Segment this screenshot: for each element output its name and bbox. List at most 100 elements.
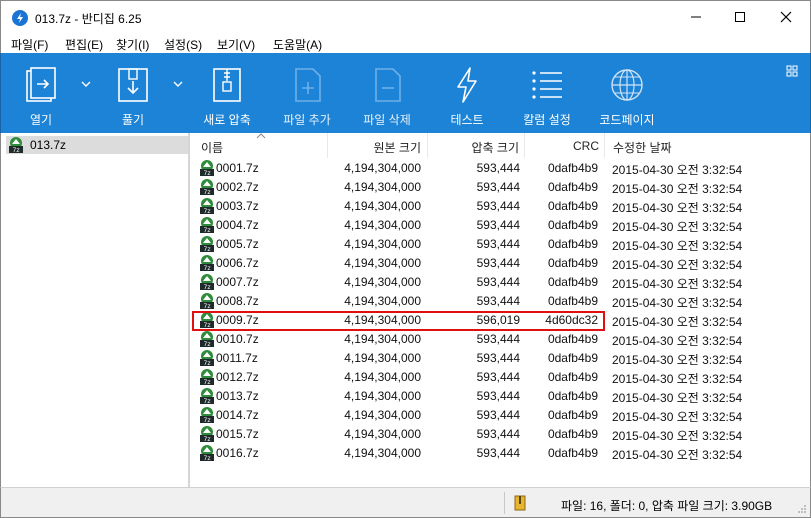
delete-file-icon	[375, 68, 401, 102]
7z-archive-icon: 7z	[200, 217, 214, 233]
table-row[interactable]: 7z 0004.7z 4,194,304,000 593,444 0dafb4b9 201…	[192, 216, 811, 235]
svg-text:7z: 7z	[204, 360, 211, 366]
extract-dropdown-chevron-icon[interactable]	[173, 80, 183, 88]
original-size: 4,194,304,000	[344, 256, 421, 270]
table-row[interactable]: 7z 0014.7z 4,194,304,000 593,444 0dafb4b9 201…	[192, 406, 811, 425]
new-archive-button[interactable]: 새로 압축	[187, 53, 267, 133]
extract-icon	[118, 68, 148, 102]
file-list-pane[interactable]: 이름 원본 크기 압축 크기 CRC 수정한 날짜 7z 0001.7z 4,194…	[192, 133, 811, 487]
7z-archive-icon: 7z	[200, 160, 214, 176]
file-name: 0016.7z	[216, 446, 259, 460]
table-row[interactable]: 7z 0012.7z 4,194,304,000 593,444 0dafb4b9 201…	[192, 368, 811, 387]
modified-date: 2015-04-30 오전 3:32:54	[612, 163, 743, 177]
minimize-icon	[691, 16, 701, 18]
folder-tree-pane[interactable]: 7z 013.7z	[0, 133, 190, 487]
delete-file-button[interactable]: 파일 삭제	[347, 53, 427, 133]
crc-value: 0dafb4b9	[547, 446, 598, 460]
extract-button[interactable]: 풀기	[93, 53, 173, 133]
window-title: 013.7z - 반디집 6.25	[35, 12, 142, 26]
toolbar: 열기 풀기 새로 압축 파일 추가 파일 삭제 테스트 칼럼 설정 코드페이지	[0, 53, 811, 133]
minimize-button[interactable]	[673, 1, 719, 33]
svg-text:7z: 7z	[204, 208, 211, 214]
column-header-name[interactable]: 이름	[192, 133, 328, 158]
column-header-original-size[interactable]: 원본 크기	[328, 133, 428, 158]
modified-date: 2015-04-30 오전 3:32:54	[612, 315, 743, 329]
open-icon	[26, 67, 56, 102]
open-dropdown-chevron-icon[interactable]	[81, 80, 91, 88]
close-button[interactable]	[763, 1, 809, 33]
svg-text:7z: 7z	[204, 341, 211, 347]
compressed-size: 593,444	[476, 237, 520, 251]
title-bar[interactable]: 013.7z - 반디집 6.25	[0, 0, 811, 33]
table-row[interactable]: 7z 0005.7z 4,194,304,000 593,444 0dafb4b9 201…	[192, 235, 811, 254]
7z-archive-icon: 7z	[200, 388, 214, 404]
7z-archive-icon: 7z	[200, 274, 214, 290]
7z-archive-icon: 7z	[200, 407, 214, 423]
file-name: 0012.7z	[216, 370, 259, 384]
table-row[interactable]: 7z 0016.7z 4,194,304,000 593,444 0dafb4b9 201…	[192, 444, 811, 463]
column-header-compressed-size[interactable]: 압축 크기	[428, 133, 525, 158]
compressed-size: 593,444	[476, 180, 520, 194]
archive-info-icon[interactable]	[513, 495, 527, 511]
column-header-crc[interactable]: CRC	[525, 133, 605, 158]
layout-grid-icon[interactable]	[786, 65, 798, 77]
table-row[interactable]: 7z 0015.7z 4,194,304,000 593,444 0dafb4b9 201…	[192, 425, 811, 444]
original-size: 4,194,304,000	[344, 332, 421, 346]
menu-view[interactable]: 보기(V)	[217, 36, 255, 53]
table-row[interactable]: 7z 0013.7z 4,194,304,000 593,444 0dafb4b9 201…	[192, 387, 811, 406]
open-button[interactable]: 열기	[1, 53, 81, 133]
original-size: 4,194,304,000	[344, 161, 421, 175]
table-row[interactable]: 7z 0008.7z 4,194,304,000 593,444 0dafb4b9 201…	[192, 292, 811, 311]
file-name: 0007.7z	[216, 275, 259, 289]
table-row[interactable]: 7z 0003.7z 4,194,304,000 593,444 0dafb4b9 201…	[192, 197, 811, 216]
modified-date: 2015-04-30 오전 3:32:54	[612, 182, 743, 196]
7z-archive-icon: 7z	[200, 255, 214, 271]
original-size: 4,194,304,000	[344, 389, 421, 403]
table-row[interactable]: 7z 0002.7z 4,194,304,000 593,444 0dafb4b9 201…	[192, 178, 811, 197]
add-file-button[interactable]: 파일 추가	[267, 53, 347, 133]
menu-find[interactable]: 찾기(I)	[116, 36, 149, 53]
extract-label: 풀기	[121, 113, 145, 127]
crc-value: 0dafb4b9	[547, 332, 598, 346]
modified-date: 2015-04-30 오전 3:32:54	[612, 277, 743, 291]
7z-archive-icon: 7z	[200, 369, 214, 385]
compressed-size: 593,444	[476, 332, 520, 346]
test-button[interactable]: 테스트	[427, 53, 507, 133]
codepage-button[interactable]: 코드페이지	[587, 53, 667, 133]
crc-value: 0dafb4b9	[547, 408, 598, 422]
original-size: 4,194,304,000	[344, 180, 421, 194]
crc-value: 0dafb4b9	[547, 370, 598, 384]
zip-archive-icon	[213, 68, 241, 102]
compressed-size: 593,444	[476, 370, 520, 384]
menu-settings[interactable]: 설정(S)	[164, 36, 202, 53]
compressed-size: 593,444	[476, 446, 520, 460]
svg-text:7z: 7z	[204, 189, 211, 195]
menu-help[interactable]: 도움말(A)	[273, 36, 322, 53]
file-name: 0004.7z	[216, 218, 259, 232]
column-settings-button[interactable]: 칼럼 설정	[507, 53, 587, 133]
compressed-size: 593,444	[476, 161, 520, 175]
resize-grip-icon[interactable]	[797, 504, 807, 514]
tree-item-root-archive[interactable]: 7z 013.7z	[6, 136, 188, 154]
svg-text:7z: 7z	[204, 284, 211, 290]
crc-value: 0dafb4b9	[547, 161, 598, 175]
modified-date: 2015-04-30 오전 3:32:54	[612, 391, 743, 405]
modified-date: 2015-04-30 오전 3:32:54	[612, 201, 743, 215]
table-row[interactable]: 7z 0010.7z 4,194,304,000 593,444 0dafb4b9 201…	[192, 330, 811, 349]
status-bar: 파일: 16, 폴더: 0, 압축 파일 크기: 3.90GB	[0, 487, 811, 518]
file-name: 0003.7z	[216, 199, 259, 213]
modified-date: 2015-04-30 오전 3:32:54	[612, 429, 743, 443]
crc-value: 0dafb4b9	[547, 351, 598, 365]
table-row[interactable]: 7z 0006.7z 4,194,304,000 593,444 0dafb4b9 201…	[192, 254, 811, 273]
menu-edit[interactable]: 편집(E)	[65, 36, 103, 53]
table-row[interactable]: 7z 0011.7z 4,194,304,000 593,444 0dafb4b9 201…	[192, 349, 811, 368]
table-row[interactable]: 7z 0001.7z 4,194,304,000 593,444 0dafb4b9 201…	[192, 159, 811, 178]
7z-archive-icon: 7z	[9, 137, 23, 153]
compressed-size: 593,444	[476, 218, 520, 232]
modified-date: 2015-04-30 오전 3:32:54	[612, 239, 743, 253]
column-header-modified[interactable]: 수정한 날짜	[605, 133, 811, 158]
table-row[interactable]: 7z 0007.7z 4,194,304,000 593,444 0dafb4b9 201…	[192, 273, 811, 292]
menu-file[interactable]: 파일(F)	[11, 36, 48, 53]
bandizip-app-icon[interactable]	[12, 10, 28, 26]
maximize-button[interactable]	[717, 1, 763, 33]
